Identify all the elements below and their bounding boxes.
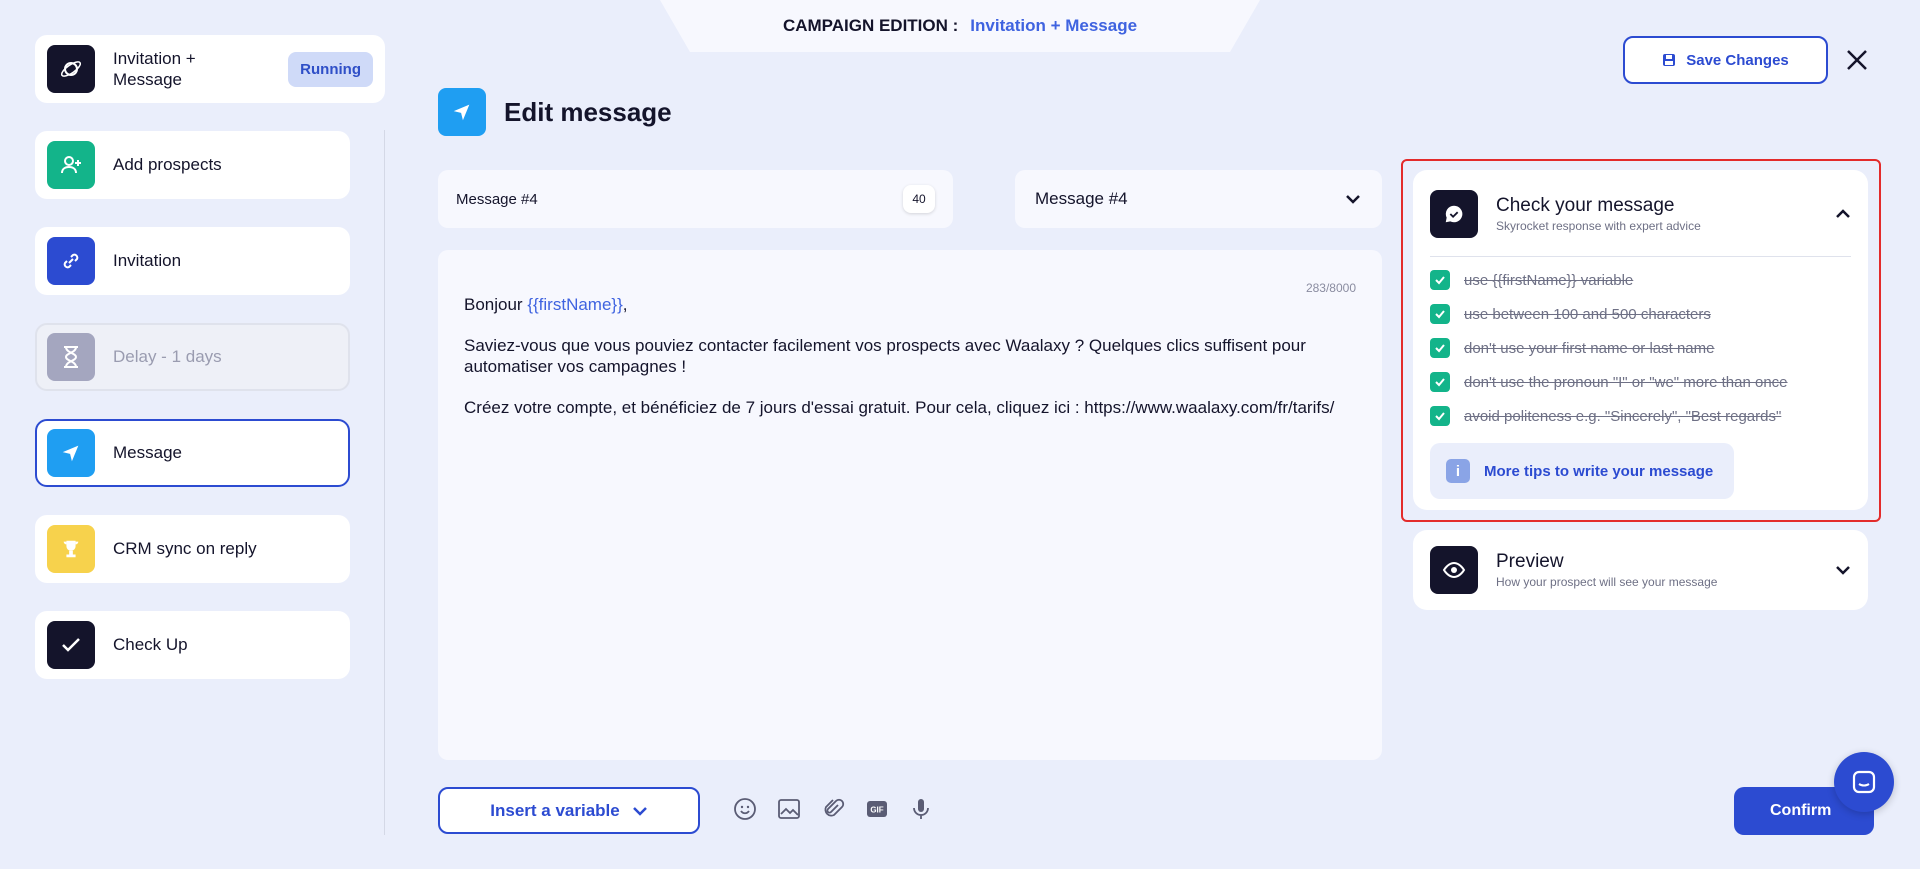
message-template-select[interactable]: Message #4 [1015, 170, 1382, 228]
sidebar-item-invitation[interactable]: Invitation [35, 227, 350, 295]
campaign-sidebar: Invitation + Message Running Add prospec… [35, 35, 385, 679]
firstname-variable: {{firstName}} [527, 295, 623, 314]
campaign-edition-header: CAMPAIGN EDITION : Invitation + Message [660, 0, 1260, 52]
chevron-down-icon [1346, 195, 1360, 204]
greeting-text: Bonjour [464, 295, 528, 314]
link-icon [47, 237, 95, 285]
chevron-down-icon[interactable] [1835, 565, 1851, 575]
checklist-item: use {{firstName}} variable [1430, 263, 1851, 297]
campaign-title: Invitation + Message [113, 49, 196, 89]
checklist-item-label: don't use your first name or last name [1464, 339, 1715, 357]
page-title: Edit message [504, 96, 672, 127]
planet-icon [47, 45, 95, 93]
floppy-disk-icon [1663, 54, 1676, 66]
checklist-item: don't use your first name or last name [1430, 331, 1851, 365]
checklist-item: use between 100 and 500 characters [1430, 297, 1851, 331]
more-tips-label: More tips to write your message [1484, 462, 1714, 480]
info-icon: i [1446, 459, 1470, 483]
paper-plane-icon [47, 429, 95, 477]
attachment-icon[interactable] [820, 796, 846, 822]
chevron-up-icon[interactable] [1835, 209, 1851, 219]
sidebar-item-label: Check Up [113, 635, 188, 654]
preview-subtitle: How your prospect will see your message [1496, 575, 1718, 589]
svg-text:GIF: GIF [870, 806, 883, 815]
message-paragraph: Créez votre compte, et bénéficiez de 7 j… [464, 398, 1335, 417]
checklist-item: don't use the pronoun "I" or "we" more t… [1430, 365, 1851, 399]
insert-variable-label: Insert a variable [490, 800, 620, 820]
chat-support-icon[interactable] [1834, 752, 1894, 812]
message-toolbar: GIF [732, 796, 934, 822]
more-tips-button[interactable]: i More tips to write your message [1430, 443, 1734, 499]
eye-icon [1430, 546, 1478, 594]
character-counter: 40 [903, 185, 935, 213]
check-message-subtitle: Skyrocket response with expert advice [1496, 219, 1701, 233]
sidebar-item-add-prospects[interactable]: Add prospects [35, 131, 350, 199]
divider [1430, 256, 1851, 257]
paper-plane-icon [438, 88, 486, 136]
message-greeting-line: Bonjour {{firstName}}, [464, 294, 1356, 315]
sidebar-item-label: Invitation [113, 251, 182, 270]
message-paragraph: Saviez-vous que vous pouviez contacter f… [464, 336, 1306, 376]
trophy-icon [47, 525, 95, 573]
checklist-item: avoid politeness e.g. "Sincerely", "Best… [1430, 399, 1851, 433]
preview-title: Preview [1496, 551, 1564, 572]
sidebar-item-message[interactable]: Message [35, 419, 350, 487]
message-editor[interactable]: 283/8000 Bonjour {{firstName}}, Saviez-v… [438, 250, 1382, 760]
image-icon[interactable] [776, 796, 802, 822]
check-message-title: Check your message [1496, 195, 1675, 216]
checkbox-checked-icon [1430, 304, 1450, 324]
checklist-item-label: don't use the pronoun "I" or "we" more t… [1464, 373, 1788, 391]
emoji-icon[interactable] [732, 796, 758, 822]
greeting-punctuation: , [622, 295, 628, 314]
checklist-item-label: avoid politeness e.g. "Sincerely", "Best… [1464, 407, 1782, 425]
sidebar-item-crm-sync[interactable]: CRM sync on reply [35, 515, 350, 583]
hourglass-icon [47, 333, 95, 381]
sidebar-item-label: CRM sync on reply [113, 539, 257, 558]
checkbox-checked-icon [1430, 338, 1450, 358]
insert-variable-button[interactable]: Insert a variable [438, 787, 700, 834]
status-badge: Running [288, 51, 373, 87]
save-changes-label: Save Changes [1686, 51, 1789, 69]
checkbox-checked-icon [1430, 406, 1450, 426]
check-icon [47, 621, 95, 669]
template-select-value: Message #4 [1035, 189, 1128, 208]
save-changes-button[interactable]: Save Changes [1623, 36, 1828, 84]
campaign-summary-card: Invitation + Message Running [35, 35, 385, 103]
add-user-icon [47, 141, 95, 189]
message-char-count: 283/8000 [1305, 281, 1356, 295]
edit-message-header: Edit message [438, 88, 672, 136]
check-message-header[interactable]: Check your message Skyrocket response wi… [1430, 190, 1851, 238]
gif-icon[interactable]: GIF [864, 796, 890, 822]
checkbox-checked-icon [1430, 270, 1450, 290]
microphone-icon[interactable] [908, 796, 934, 822]
close-icon[interactable] [1842, 45, 1872, 75]
campaign-name: Invitation + Message [970, 16, 1138, 35]
checkbox-checked-icon [1430, 372, 1450, 392]
check-message-card: Check your message Skyrocket response wi… [1413, 170, 1868, 510]
sidebar-item-check-up[interactable]: Check Up [35, 611, 350, 679]
campaign-edition-label: CAMPAIGN EDITION : [782, 16, 959, 35]
sidebar-item-label: Message [113, 443, 182, 462]
sidebar-item-label: Add prospects [113, 155, 222, 174]
checklist-item-label: use {{firstName}} variable [1464, 271, 1634, 289]
preview-card[interactable]: Preview How your prospect will see your … [1413, 530, 1868, 610]
chevron-down-icon [632, 806, 647, 816]
sidebar-item-delay[interactable]: Delay - 1 days [35, 323, 350, 391]
chat-check-icon [1430, 190, 1478, 238]
sidebar-divider [384, 130, 385, 835]
checklist-item-label: use between 100 and 500 characters [1464, 305, 1711, 323]
message-name-input[interactable]: Message #4 40 [438, 170, 953, 228]
sidebar-item-label: Delay - 1 days [113, 347, 222, 366]
message-name-value: Message #4 [456, 190, 538, 208]
preview-header: Preview How your prospect will see your … [1478, 551, 1851, 589]
confirm-label: Confirm [1770, 802, 1832, 819]
